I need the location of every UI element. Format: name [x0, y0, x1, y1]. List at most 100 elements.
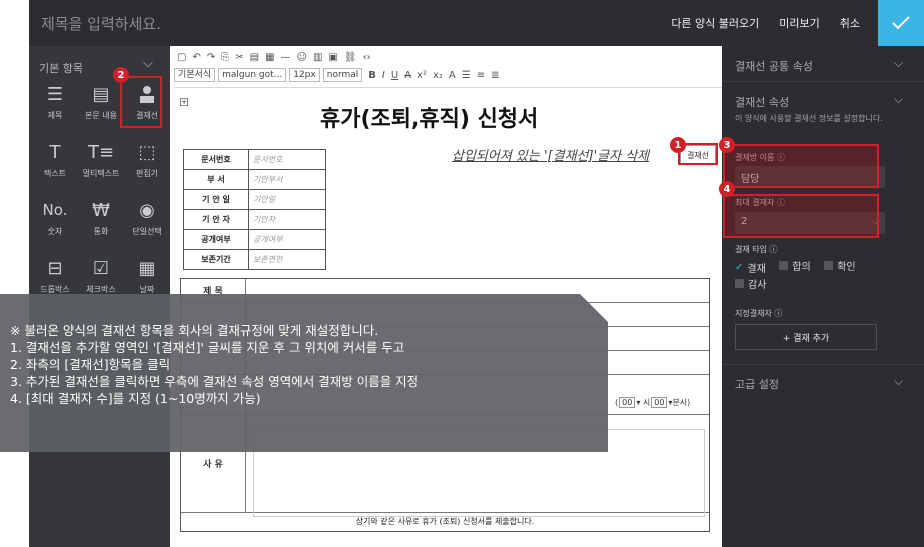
hr-icon[interactable]: —	[281, 52, 291, 63]
preview-button[interactable]: 미리보기	[779, 15, 819, 31]
item-currency[interactable]: ₩ 통화	[79, 192, 123, 244]
table-row: 공개여부 공개여부	[183, 229, 326, 250]
step-badge-2: 2	[113, 67, 129, 83]
editor-icon: ⬚	[138, 141, 156, 163]
item-single-select[interactable]: ◉ 단일선택	[125, 192, 169, 244]
highlight-name-field	[723, 144, 879, 188]
type-confirm-checkbox[interactable]: 확인	[824, 258, 856, 273]
grid-icon[interactable]: ▥	[313, 52, 322, 63]
advanced-settings-heading[interactable]: 고급 설정	[735, 376, 779, 392]
chevron-down-icon[interactable]: ⌵	[143, 56, 153, 71]
font-size-select[interactable]: 12px	[289, 68, 320, 82]
type-approve-checkbox[interactable]: ✓ 결재	[735, 260, 766, 275]
superscript-icon[interactable]: x²	[417, 70, 427, 81]
redo-icon[interactable]: ↷	[207, 52, 215, 63]
bold-icon[interactable]: B	[368, 70, 376, 81]
cut-icon[interactable]: ✂	[235, 52, 243, 63]
confirm-button[interactable]	[878, 0, 924, 46]
top-bar: 제목을 입력하세요. 다른 양식 불러오기 미리보기 취소	[29, 0, 924, 46]
align-left-icon[interactable]: ≡	[477, 70, 485, 81]
list-icon[interactable]: ☰	[462, 70, 471, 81]
instruction-heading: ※ 불러온 양식의 결재선 항목을 회사의 결재규정에 맞게 재설정합니다.	[10, 323, 379, 338]
instruction-text: 삽입되어져 있는 '[결재선]'글자 삭제	[452, 149, 650, 164]
table-row: 보존기간 보존연한	[183, 249, 326, 270]
check-icon	[892, 16, 910, 30]
load-other-form-button[interactable]: 다른 양식 불러오기	[671, 15, 759, 31]
instruction-step: 3. 추가된 결재선을 클릭하면 우측에 결재선 속성 영역에서 결재방 이름을…	[10, 374, 419, 389]
designated-approver-label: 지정결재자 ⓘ	[735, 309, 783, 318]
document-title: 휴가(조퇴,휴직) 신청서	[320, 107, 539, 132]
approval-type-options-2: 감사	[735, 276, 776, 291]
highlight-max-field	[723, 194, 879, 238]
insert-anchor-icon[interactable]: +	[180, 98, 188, 106]
hour-select-1[interactable]: 00	[619, 397, 636, 408]
table-row: 기 안 일 기안일	[183, 189, 326, 210]
check-icon: ✓	[735, 262, 744, 273]
copy-icon[interactable]: ⎘	[221, 52, 229, 63]
single-select-icon: ◉	[139, 199, 155, 221]
editor-toolbar: ▢ ↶ ↷ ⎘ ✂ ▤ ▦ — ☺ ▥ ▣ ⛓ ‹› 기본서식 malgun g…	[174, 48, 722, 88]
document-meta-table: 문서번호 문서번호 부 서 기안부서 기 안 일 기안일 기 안 자 기안자 공개여부 공…	[183, 149, 326, 270]
currency-icon: ₩	[92, 199, 110, 221]
cancel-button[interactable]: 취소	[840, 15, 860, 31]
chevron-down-icon[interactable]: ⌵	[894, 374, 903, 389]
link-icon[interactable]: ⛓	[344, 52, 357, 63]
instruction-step: 4. [최대 결재자 수]를 지정 (1~10명까지 가능)	[10, 391, 261, 406]
title-icon: ☰	[46, 83, 64, 105]
common-properties-heading[interactable]: 결재선 공통 속성	[735, 58, 813, 74]
properties-description: 이 양식에 사용할 결재선 정보를 설정합니다.	[735, 114, 883, 123]
multi-text-icon: T≡	[87, 141, 115, 163]
dropdown-icon: ⊟	[47, 257, 63, 279]
chevron-up-icon[interactable]: ⌵	[894, 92, 903, 107]
form-title-input[interactable]: 제목을 입력하세요.	[29, 13, 651, 34]
new-doc-icon[interactable]: ▢	[177, 52, 186, 63]
number-icon: No.	[42, 201, 68, 219]
right-properties-panel: 결재선 공통 속성 ⌵ 결재선 속성 ⌵ 이 양식에 사용할 결재선 정보를 설…	[722, 46, 924, 547]
item-text[interactable]: T 텍스트	[33, 134, 77, 186]
divider	[722, 364, 924, 365]
code-icon[interactable]: ‹›	[363, 52, 371, 63]
chevron-down-icon[interactable]: ⌵	[894, 56, 903, 71]
undo-icon[interactable]: ↶	[192, 52, 200, 63]
period-selector: (00 ▾ 시 00 ▾분시)	[615, 397, 691, 408]
type-audit-checkbox[interactable]: 감사	[735, 276, 766, 291]
image-icon[interactable]: ▣	[328, 52, 337, 63]
form-footer-text: 상기와 같은 사유로 휴가 (조퇴) 신청서를 제출합니다.	[355, 516, 535, 526]
emoji-icon[interactable]: ☺	[297, 52, 307, 63]
highlight-approval-item	[120, 76, 162, 128]
paste-icon[interactable]: ▤	[250, 52, 259, 63]
approval-type-label: 결재 타입 ⓘ	[735, 245, 778, 254]
table-icon[interactable]: ▦	[265, 52, 274, 63]
approval-type-options: ✓ 결재 합의 확인	[735, 258, 866, 275]
item-number[interactable]: No. 숫자	[33, 192, 77, 244]
font-color-icon[interactable]: A	[449, 70, 456, 81]
item-editor[interactable]: ⬚ 편집기	[125, 134, 169, 186]
subscript-icon[interactable]: x₂	[433, 70, 443, 81]
font-select[interactable]: malgun got...	[218, 68, 287, 82]
align-center-icon[interactable]: ≣	[491, 70, 499, 81]
item-body-text[interactable]: ▤ 본문 내용	[79, 76, 123, 128]
instruction-step: 1. 결재선을 추가할 영역인 '[결재선]' 글씨를 지운 후 그 위치에 커…	[10, 340, 405, 355]
table-row: 부 서 기안부서	[183, 169, 326, 190]
step-badge-1: 1	[670, 137, 686, 153]
basic-items-heading: 기본 항목	[39, 62, 83, 75]
font-weight-select[interactable]: normal	[322, 68, 363, 82]
strike-icon[interactable]: A	[404, 70, 411, 81]
item-title[interactable]: ☰ 제목	[33, 76, 77, 128]
body-text-icon: ▤	[92, 83, 110, 105]
date-icon: ▦	[138, 257, 156, 279]
text-icon: T	[49, 141, 61, 163]
item-multi-text[interactable]: T≡ 멀티텍스트	[79, 134, 123, 186]
hour-select-2[interactable]: 00	[651, 397, 668, 408]
table-row: 문서번호 문서번호	[183, 149, 326, 170]
italic-icon[interactable]: I	[382, 70, 385, 81]
checkbox-icon: ☑	[92, 257, 110, 279]
table-row: 기 안 자 기안자	[183, 209, 326, 230]
step-badge-3: 3	[719, 137, 735, 153]
properties-heading[interactable]: 결재선 속성	[735, 94, 789, 110]
underline-icon[interactable]: U	[391, 70, 398, 81]
style-select[interactable]: 기본서식	[174, 68, 216, 82]
type-agree-checkbox[interactable]: 합의	[779, 258, 811, 273]
add-approver-button[interactable]: + 결재 추가	[735, 324, 877, 350]
divider	[722, 81, 924, 82]
